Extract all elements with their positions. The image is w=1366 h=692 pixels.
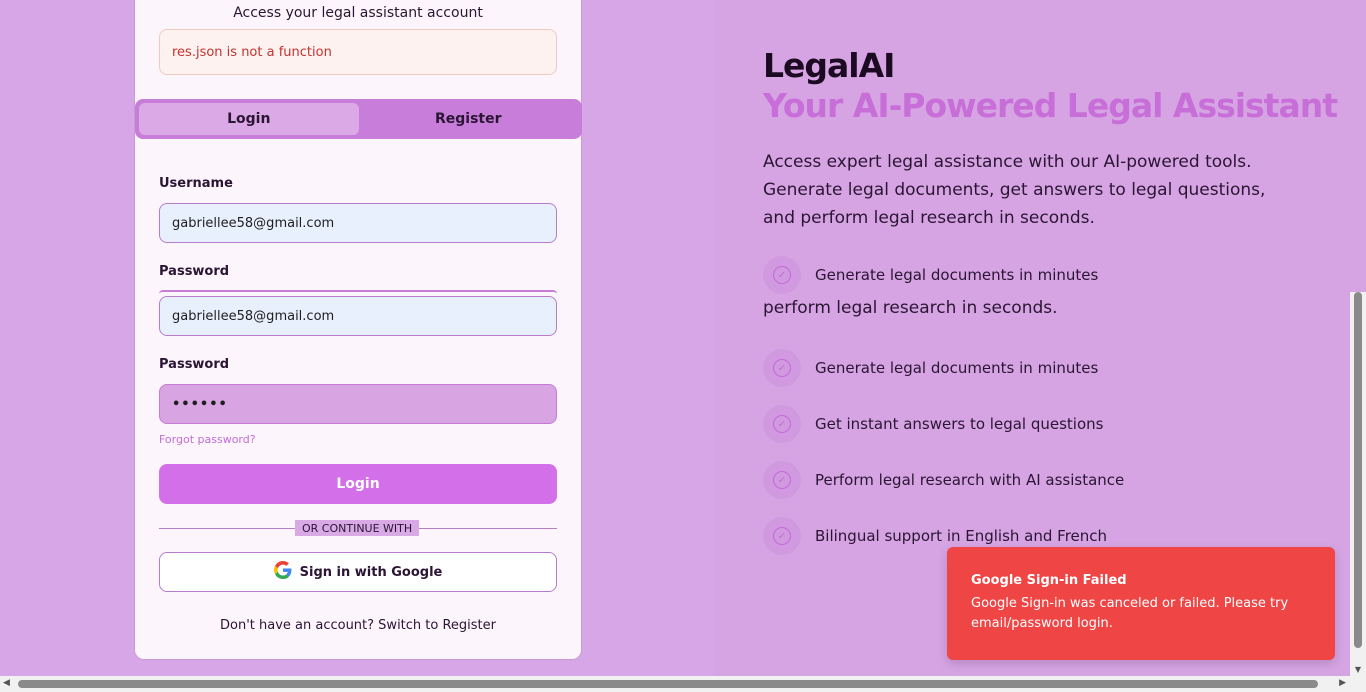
toast-title: Google Sign-in Failed bbox=[971, 573, 1127, 588]
card-subtitle: Access your legal assistant account bbox=[233, 5, 483, 21]
forgot-password-link[interactable]: Forgot password? bbox=[159, 433, 256, 446]
password-input-partial bbox=[159, 290, 557, 294]
brand-title: LegalAI bbox=[763, 46, 895, 85]
check-circle-icon: ✓ bbox=[763, 349, 801, 387]
hero-tagline: Your AI-Powered Legal Assistant bbox=[763, 86, 1338, 125]
tab-login[interactable]: Login bbox=[139, 103, 359, 135]
google-signin-button[interactable]: Sign in with Google bbox=[159, 552, 557, 592]
error-toast[interactable]: Google Sign-in Failed Google Sign-in was… bbox=[947, 547, 1335, 660]
check-circle-icon: ✓ bbox=[763, 461, 801, 499]
username-input[interactable]: gabriellee58@gmail.com bbox=[159, 203, 557, 243]
scroll-right-arrow-icon[interactable]: ▶ bbox=[1339, 678, 1346, 688]
feature-label: Generate legal documents in minutes bbox=[815, 266, 1099, 284]
tab-register[interactable]: Register bbox=[359, 103, 579, 135]
check-circle-icon: ✓ bbox=[763, 517, 801, 555]
scroll-down-arrow-icon[interactable]: ▼ bbox=[1350, 665, 1366, 674]
feature-item: ✓ Perform legal research with AI assista… bbox=[763, 461, 1124, 499]
check-circle-icon: ✓ bbox=[763, 256, 801, 294]
feature-label: Generate legal documents in minutes bbox=[815, 359, 1099, 377]
google-icon bbox=[273, 561, 292, 583]
hero-description-fragment: perform legal research in seconds. bbox=[763, 298, 1058, 318]
divider-text: OR CONTINUE WITH bbox=[295, 520, 420, 536]
email-input[interactable]: gabriellee58@gmail.com bbox=[159, 296, 557, 336]
check-circle-icon: ✓ bbox=[763, 405, 801, 443]
feature-label: Get instant answers to legal questions bbox=[815, 415, 1104, 433]
google-button-label: Sign in with Google bbox=[299, 564, 443, 580]
password-input[interactable]: •••••• bbox=[159, 384, 557, 424]
feature-label: Perform legal research with AI assistanc… bbox=[815, 471, 1125, 489]
hero-description: Access expert legal assistance with our … bbox=[763, 152, 1266, 228]
password-label-2: Password bbox=[159, 357, 230, 372]
horizontal-scroll-thumb[interactable] bbox=[18, 680, 1318, 688]
username-label: Username bbox=[159, 176, 233, 191]
scroll-left-arrow-icon[interactable]: ◀ bbox=[3, 678, 10, 688]
error-alert: res.json is not a function bbox=[159, 29, 557, 75]
password-label: Password bbox=[159, 264, 230, 279]
auth-tabs: Login Register bbox=[135, 99, 582, 139]
feature-item: ✓ Generate legal documents in minutes bbox=[763, 349, 1098, 387]
toast-description: Google Sign-in was canceled or failed. P… bbox=[971, 596, 1289, 631]
switch-to-register-text[interactable]: Don't have an account? Switch to Registe… bbox=[135, 618, 581, 633]
horizontal-scrollbar[interactable]: ◀ ▶ bbox=[0, 676, 1366, 692]
login-button[interactable]: Login bbox=[159, 464, 557, 504]
feature-item: ✓ Generate legal documents in minutes bbox=[763, 256, 1098, 294]
vertical-scrollbar[interactable]: ▼ bbox=[1350, 292, 1366, 676]
feature-item: ✓ Get instant answers to legal questions bbox=[763, 405, 1103, 443]
vertical-scroll-thumb[interactable] bbox=[1354, 292, 1362, 648]
feature-label: Bilingual support in English and French bbox=[815, 527, 1108, 545]
login-card: Access your legal assistant account res.… bbox=[134, 0, 582, 660]
